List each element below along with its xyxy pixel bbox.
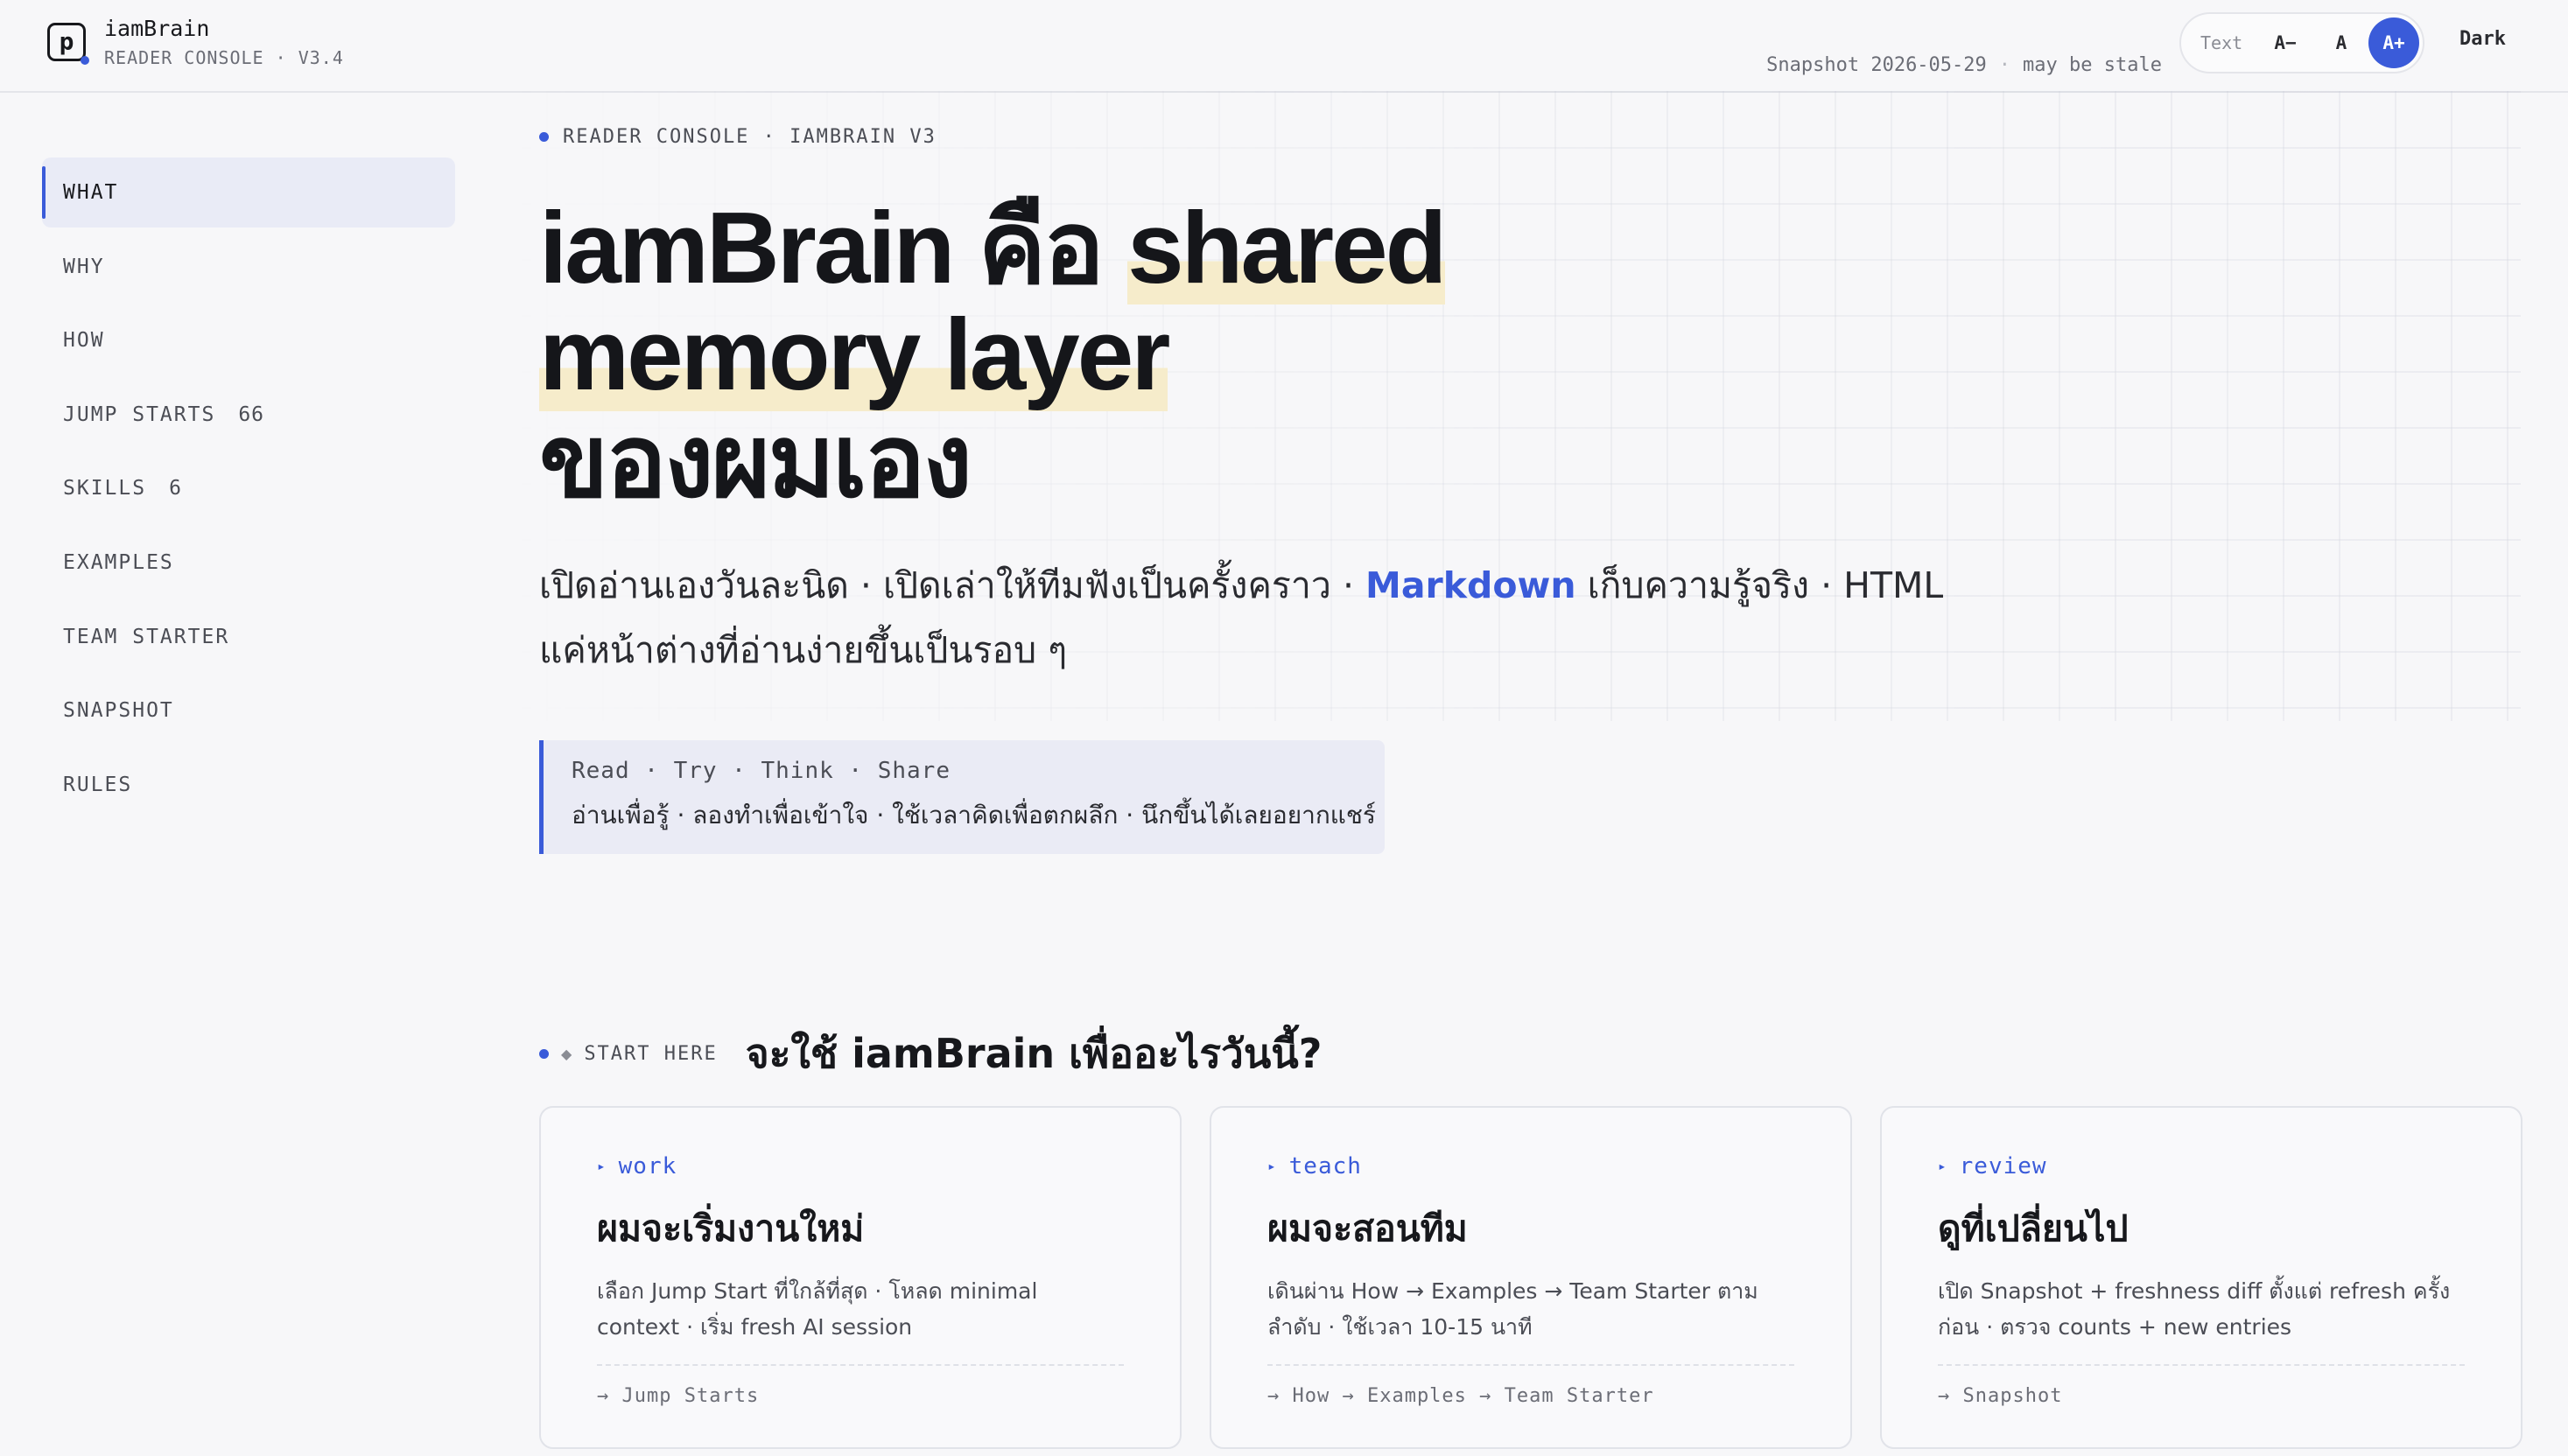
sidebar-item-skills[interactable]: SKILLS 6 (42, 453, 455, 523)
separator: · (1998, 54, 2011, 76)
sidebar-nav: WHAT WHY HOW JUMP STARTS 66 SKILLS 6 EXA… (42, 158, 455, 823)
hero-kicker-text: READER CONSOLE · IAMBRAIN V3 (563, 126, 937, 148)
sidebar-item-label: SNAPSHOT (63, 699, 174, 723)
card-link[interactable]: → How → Examples → Team Starter (1267, 1385, 1794, 1407)
card-tag: ▸ work (597, 1153, 1124, 1180)
snapshot-status: Snapshot 2026-05-29 · may be stale (1766, 54, 2162, 76)
stale-note: may be stale (2023, 54, 2162, 76)
dot-icon (539, 1049, 549, 1059)
sidebar-item-how[interactable]: HOW (42, 305, 455, 375)
hero-kicker: READER CONSOLE · IAMBRAIN V3 (539, 126, 937, 148)
card-description: เปิด Snapshot + freshness diff ตั้งแต่ r… (1938, 1278, 2451, 1340)
card-tag-text: teach (1288, 1153, 1362, 1180)
card-title: ผมจะเริ่มงานใหม่ (597, 1208, 865, 1250)
sidebar-item-count: 66 (238, 402, 265, 426)
triangle-right-icon: ▸ (597, 1158, 607, 1174)
markdown-accent: Markdown (1365, 564, 1576, 606)
sidebar-item-examples[interactable]: EXAMPLES (42, 528, 455, 598)
card-title: ดูที่เปลี่ยนไป (1938, 1208, 2129, 1250)
text-size-increase-button[interactable]: A+ (2368, 18, 2419, 68)
card-divider (597, 1364, 1124, 1366)
card-divider (1938, 1364, 2465, 1366)
page-title: iamBrain คือ shared memory layer ของผมเอ… (539, 191, 1448, 518)
triangle-right-icon: ▸ (1267, 1158, 1277, 1174)
text-size-decrease-button[interactable]: A− (2260, 18, 2311, 68)
sidebar-item-label: JUMP STARTS (63, 402, 216, 426)
sidebar-item-label: WHY (63, 255, 105, 278)
snapshot-date: Snapshot 2026-05-29 (1766, 54, 1987, 76)
card-link[interactable]: → Jump Starts (597, 1385, 1124, 1407)
sidebar-item-count: 6 (169, 477, 182, 500)
subtitle-text: เปิดอ่านเองวันละนิด · เปิดเล่าให้ทีมฟังเ… (539, 564, 1366, 606)
card-work[interactable]: ▸ work ผมจะเริ่มงานใหม่ เลือก Jump Start … (539, 1106, 1182, 1449)
sidebar-item-jump-starts[interactable]: JUMP STARTS 66 (42, 380, 455, 450)
dot-icon (539, 132, 549, 142)
callout-line-1: Read · Try · Think · Share (572, 758, 951, 784)
card-tag: ▸ review (1938, 1153, 2465, 1180)
title-line-3: ของผมเอง (539, 404, 972, 518)
logo-letter: p (59, 27, 74, 56)
sidebar-item-label: EXAMPLES (63, 550, 174, 574)
sidebar-item-what[interactable]: WHAT (42, 158, 455, 228)
sidebar-item-label: WHAT (63, 181, 119, 204)
sidebar-item-label: RULES (63, 773, 133, 796)
sidebar-item-rules[interactable]: RULES (42, 750, 455, 820)
app-name: iamBrain (104, 16, 210, 41)
card-description: เลือก Jump Start ที่ใกล้ที่สุด · โหลด mi… (597, 1278, 1038, 1340)
logo-icon[interactable]: p (47, 23, 89, 65)
hero-subtitle: เปิดอ่านเองวันละนิด · เปิดเล่าให้ทีมฟังเ… (539, 553, 1975, 682)
sidebar-item-team-starter[interactable]: TEAM STARTER (42, 602, 455, 672)
card-title: ผมจะสอนทีม (1267, 1208, 1468, 1250)
sidebar-item-label: SKILLS (63, 477, 147, 500)
logo-dot-icon (81, 56, 89, 65)
card-tag-text: review (1959, 1153, 2047, 1180)
top-bar: p iamBrain READER CONSOLE · V3.4 Snapsho… (0, 0, 2568, 93)
card-description: เดินผ่าน How → Examples → Team Starter ต… (1267, 1278, 1758, 1340)
text-size-default-button[interactable]: A (2316, 18, 2367, 68)
app-subtitle: READER CONSOLE · V3.4 (104, 47, 344, 68)
sidebar-item-label: HOW (63, 329, 105, 353)
card-link[interactable]: → Snapshot (1938, 1385, 2465, 1407)
principles-callout: Read · Try · Think · Share อ่านเพื่อรู้ … (539, 740, 1385, 854)
card-review[interactable]: ▸ review ดูที่เปลี่ยนไป เปิด Snapshot + f… (1880, 1106, 2522, 1449)
card-divider (1267, 1364, 1794, 1366)
text-size-control: Text A− A A+ (2179, 12, 2424, 74)
sidebar-item-snapshot[interactable]: SNAPSHOT (42, 676, 455, 746)
diamond-icon: ◆ (561, 1046, 572, 1062)
triangle-right-icon: ▸ (1938, 1158, 1947, 1174)
start-cards: ▸ work ผมจะเริ่มงานใหม่ เลือก Jump Start … (539, 1106, 2522, 1456)
title-highlight: shared (1127, 191, 1448, 304)
card-tag-text: work (618, 1153, 677, 1180)
start-here-question: จะใช้ iamBrain เพื่ออะไรวันนี้? (745, 1030, 1323, 1077)
title-line-2: memory layer (539, 298, 1445, 411)
title-highlight: memory layer (539, 298, 1170, 411)
title-line-1: iamBrain คือ shared (539, 191, 1448, 304)
start-here-heading: ◆ START HERE จะใช้ iamBrain เพื่ออะไรวัน… (539, 1022, 1322, 1086)
sidebar-item-why[interactable]: WHY (42, 232, 455, 302)
start-here-tag: START HERE (584, 1043, 718, 1065)
dark-mode-toggle[interactable]: Dark (2459, 28, 2506, 50)
sidebar-item-label: TEAM STARTER (63, 625, 230, 648)
text-size-label: Text (2200, 32, 2243, 53)
card-teach[interactable]: ▸ teach ผมจะสอนทีม เดินผ่าน How → Example… (1210, 1106, 1852, 1449)
card-tag: ▸ teach (1267, 1153, 1794, 1180)
callout-line-2: อ่านเพื่อรู้ · ลองทำเพื่อเข้าใจ · ใช้เวล… (572, 801, 1376, 830)
title-part: iamBrain คือ (539, 191, 1128, 304)
